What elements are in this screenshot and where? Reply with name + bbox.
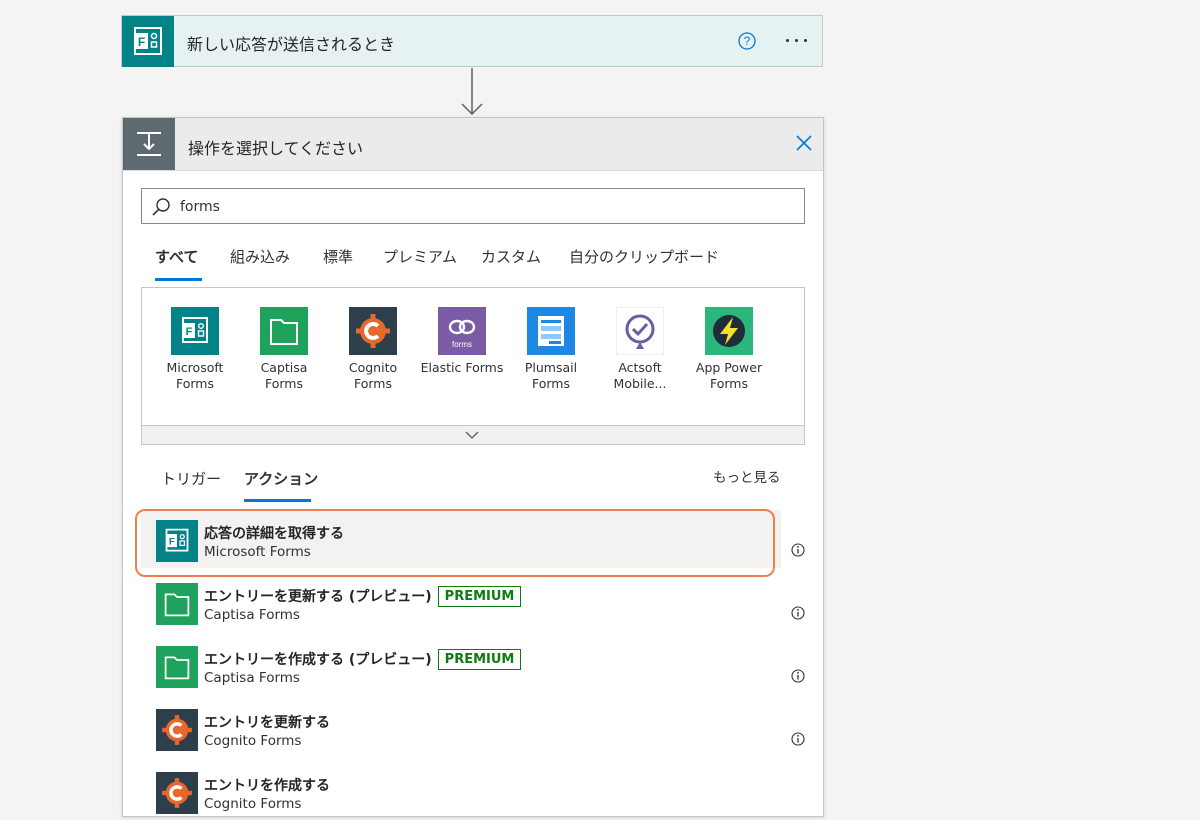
svg-text:F: F (169, 537, 175, 548)
action-connector: Cognito Forms (204, 733, 302, 749)
elastic-forms-icon: forms (438, 307, 486, 355)
svg-text:forms: forms (452, 340, 472, 349)
connector-elastic-forms[interactable]: forms Elastic Forms (419, 307, 505, 376)
list-item[interactable]: F 応答の詳細を取得する Microsoft Forms (141, 510, 781, 568)
tab-triggers[interactable]: トリガー (161, 468, 221, 489)
action-connector: Captisa Forms (204, 607, 300, 623)
ellipsis-icon[interactable] (782, 28, 812, 52)
help-circle-icon[interactable]: ? (738, 32, 756, 50)
captisa-forms-icon (260, 307, 308, 355)
connector-grid: F Microsoft Forms Captisa Forms Cognito … (141, 287, 805, 445)
list-item[interactable]: エントリーを更新する (プレビュー) PREMIUM Captisa Forms (141, 573, 781, 631)
info-icon[interactable] (791, 543, 805, 557)
tab-all[interactable]: すべて (155, 246, 198, 267)
tab-custom[interactable]: カスタム (481, 246, 541, 267)
connector-microsoft-forms[interactable]: F Microsoft Forms (152, 307, 238, 392)
connector-app-power-forms[interactable]: App Power Forms (686, 307, 772, 392)
list-item[interactable]: エントリーを作成する (プレビュー) PREMIUM Captisa Forms (141, 636, 781, 694)
flow-arrow-icon (461, 68, 483, 116)
microsoft-forms-icon: F (156, 520, 198, 562)
action-name: エントリを作成する (204, 778, 330, 794)
tab-built-in[interactable]: 組み込み (230, 246, 290, 267)
tab-actions[interactable]: アクション (244, 468, 318, 489)
connector-actsoft-mobile[interactable]: Actsoft Mobile... (597, 306, 683, 392)
action-name: エントリーを更新する (プレビュー) PREMIUM (204, 586, 522, 607)
cognito-forms-icon (156, 709, 198, 751)
close-icon[interactable] (795, 134, 813, 152)
connector-cognito-forms[interactable]: Cognito Forms (330, 307, 416, 392)
action-name: エントリを更新する (204, 715, 330, 731)
connector-label: App Power Forms (695, 360, 763, 391)
svg-text:F: F (186, 326, 193, 338)
info-icon[interactable] (791, 732, 805, 746)
info-icon[interactable] (791, 669, 805, 683)
list-item[interactable]: エントリを作成する Cognito Forms (141, 762, 781, 820)
picker-header: 操作を選択してください (123, 118, 823, 171)
trigger-card[interactable]: F 新しい応答が送信されるとき ? (121, 15, 823, 67)
connector-label: Plumsail Forms (524, 360, 578, 391)
info-icon[interactable] (791, 606, 805, 620)
tab-premium[interactable]: プレミアム (383, 246, 457, 267)
microsoft-forms-icon: F (171, 307, 219, 355)
premium-badge: PREMIUM (437, 586, 522, 607)
search-input[interactable] (178, 193, 782, 221)
cognito-forms-icon (156, 772, 198, 814)
action-connector: Captisa Forms (204, 670, 300, 686)
list-item[interactable]: エントリを更新する Cognito Forms (141, 699, 781, 757)
action-picker-card: 操作を選択してください すべて 組み込み 標準 プレミアム カスタム 自分のクリ… (122, 117, 824, 817)
see-more-link[interactable]: もっと見る (713, 466, 781, 486)
tab-standard[interactable]: 標準 (323, 246, 353, 267)
premium-badge: PREMIUM (437, 649, 522, 670)
operation-icon (123, 118, 175, 170)
expand-connectors-button[interactable] (141, 425, 805, 445)
tab-my-clipboard[interactable]: 自分のクリップボード (569, 246, 719, 267)
connector-label: Actsoft Mobile... (613, 360, 667, 391)
captisa-forms-icon (156, 583, 198, 625)
microsoft-forms-icon: F (122, 16, 174, 67)
plumsail-forms-icon (527, 307, 575, 355)
action-connector: Microsoft Forms (204, 544, 311, 560)
svg-text:?: ? (744, 34, 751, 48)
connector-label: Cognito Forms (348, 360, 398, 391)
action-name: 応答の詳細を取得する (204, 526, 344, 542)
svg-text:F: F (138, 35, 145, 49)
captisa-forms-icon (156, 646, 198, 688)
active-tab-indicator (244, 499, 311, 502)
connector-label: Microsoft Forms (166, 360, 224, 391)
active-tab-indicator (155, 278, 202, 281)
trigger-title: 新しい応答が送信されるとき (187, 35, 396, 54)
connector-label: Captisa Forms (260, 360, 308, 391)
search-icon (152, 198, 170, 216)
action-connector: Cognito Forms (204, 796, 302, 812)
chevron-down-icon (465, 431, 479, 439)
connector-captisa-forms[interactable]: Captisa Forms (241, 307, 327, 392)
action-name: エントリーを作成する (プレビュー) PREMIUM (204, 649, 522, 670)
search-box[interactable] (141, 188, 805, 224)
app-power-forms-icon (705, 307, 753, 355)
connector-label: Elastic Forms (420, 360, 504, 375)
cognito-forms-icon (349, 307, 397, 355)
picker-title: 操作を選択してください (188, 139, 364, 158)
actsoft-mobile-icon (615, 306, 665, 356)
connector-plumsail-forms[interactable]: Plumsail Forms (508, 307, 594, 392)
